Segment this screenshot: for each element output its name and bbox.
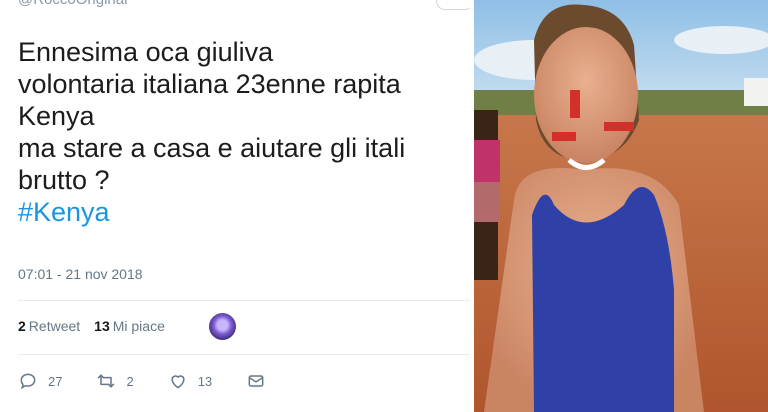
retweet-stat[interactable]: 2 Retweet [18, 318, 80, 334]
like-icon [171, 375, 185, 389]
tweet-stats: 2 Retweet 13 Mi piace [18, 318, 179, 334]
tweet-line: Kenya [18, 101, 95, 131]
tweet-line: volontaria italiana 23enne rapita [18, 69, 401, 99]
tweet-card: @RoccoOriginal Ennesima oca giuliva volo… [0, 0, 470, 412]
photo[interactable] [474, 0, 768, 412]
avatar[interactable] [209, 313, 236, 340]
like-action-count: 13 [197, 373, 213, 389]
like-stat[interactable]: 13 Mi piace [94, 318, 165, 334]
reply-icon [20, 373, 36, 390]
like-label: Mi piace [112, 318, 165, 334]
message-icon [248, 375, 264, 387]
retweet-count: 2 [18, 318, 26, 334]
tweet-line: Ennesima oca giuliva [18, 37, 274, 67]
hashtag-link[interactable]: #Kenya [18, 196, 470, 228]
like-button[interactable]: 13 [168, 371, 212, 391]
reply-button[interactable]: 27 [18, 371, 62, 391]
tweet-handle[interactable]: @RoccoOriginal [18, 0, 127, 8]
tweet-line: ma stare a casa e aiutare gli itali [18, 133, 406, 163]
message-button[interactable] [246, 371, 276, 391]
retweet-label: Retweet [28, 318, 81, 334]
divider [18, 300, 470, 301]
reply-count: 27 [48, 373, 63, 389]
tweet-text: Ennesima oca giuliva volontaria italiana… [18, 36, 470, 228]
tweet-actions: 27 2 13 [18, 369, 310, 393]
photo-image [474, 0, 768, 412]
divider [18, 354, 470, 355]
retweet-icon [98, 374, 115, 388]
tweet-timestamp[interactable]: 07:01 - 21 nov 2018 [18, 266, 143, 282]
follow-button-edge[interactable] [436, 0, 470, 10]
retweet-button[interactable]: 2 [96, 371, 134, 391]
like-count: 13 [94, 318, 110, 334]
tweet-line: brutto ? [18, 165, 110, 195]
retweet-action-count: 2 [126, 373, 134, 389]
